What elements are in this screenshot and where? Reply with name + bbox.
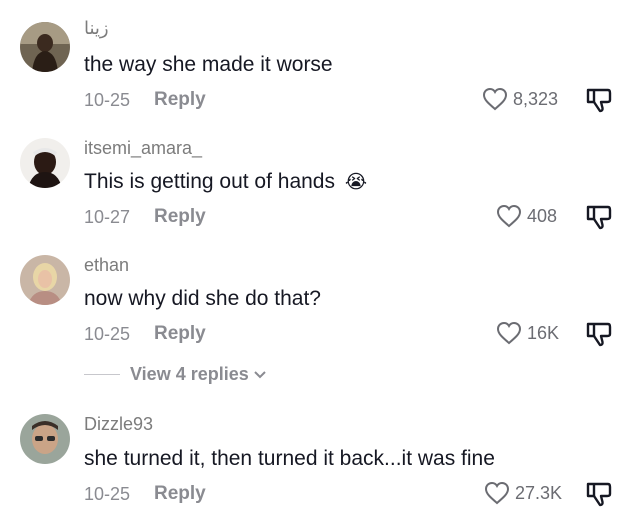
like-count: 408 (527, 205, 558, 226)
comment-username[interactable]: ethan (84, 255, 129, 276)
like-button[interactable]: 16K (496, 321, 559, 345)
comment-date: 10-25 (84, 324, 131, 344)
view-replies-label[interactable]: View 4 replies (130, 364, 249, 385)
heart-outline-icon (484, 481, 510, 505)
comment-date: 10-25 (84, 484, 131, 504)
avatar[interactable] (20, 138, 70, 188)
heart-outline-icon (482, 87, 508, 111)
comment-text: the way she made it worse (84, 53, 333, 76)
divider (84, 374, 120, 375)
thumbs-down-icon[interactable] (584, 480, 612, 508)
comment-date: 10-25 (84, 90, 131, 110)
reply-button[interactable]: Reply (154, 483, 206, 505)
thumbs-down-icon[interactable] (584, 203, 612, 231)
avatar[interactable] (20, 255, 70, 305)
comment-username[interactable]: زينا (84, 18, 109, 39)
avatar[interactable] (20, 22, 70, 72)
like-count: 8,323 (513, 88, 559, 109)
like-count: 16K (527, 322, 560, 343)
heart-outline-icon (496, 321, 522, 345)
like-button[interactable]: 27.3K (484, 481, 562, 505)
like-button[interactable]: 8,323 (482, 87, 558, 111)
like-count: 27.3K (515, 482, 563, 503)
comment-text: This is getting out of hands 😭 (84, 170, 368, 193)
heart-outline-icon (496, 204, 522, 228)
thumbs-down-icon[interactable] (584, 86, 612, 114)
reply-button[interactable]: Reply (154, 206, 206, 228)
thumbs-down-icon[interactable] (584, 320, 612, 348)
comment-username[interactable]: Dizzle93 (84, 414, 153, 435)
reply-button[interactable]: Reply (154, 323, 206, 345)
avatar[interactable] (20, 414, 70, 464)
comment-text: now why did she do that? (84, 287, 321, 310)
comment-username[interactable]: itsemi_amara_ (84, 138, 202, 159)
like-button[interactable]: 408 (496, 204, 557, 228)
comment-date: 10-27 (84, 207, 131, 227)
view-replies-button[interactable]: View 4 replies (84, 364, 267, 385)
emoji: 😭 (344, 172, 368, 193)
reply-button[interactable]: Reply (154, 89, 206, 111)
comment-text: she turned it, then turned it back...it … (84, 447, 495, 470)
chevron-down-icon (254, 370, 266, 378)
